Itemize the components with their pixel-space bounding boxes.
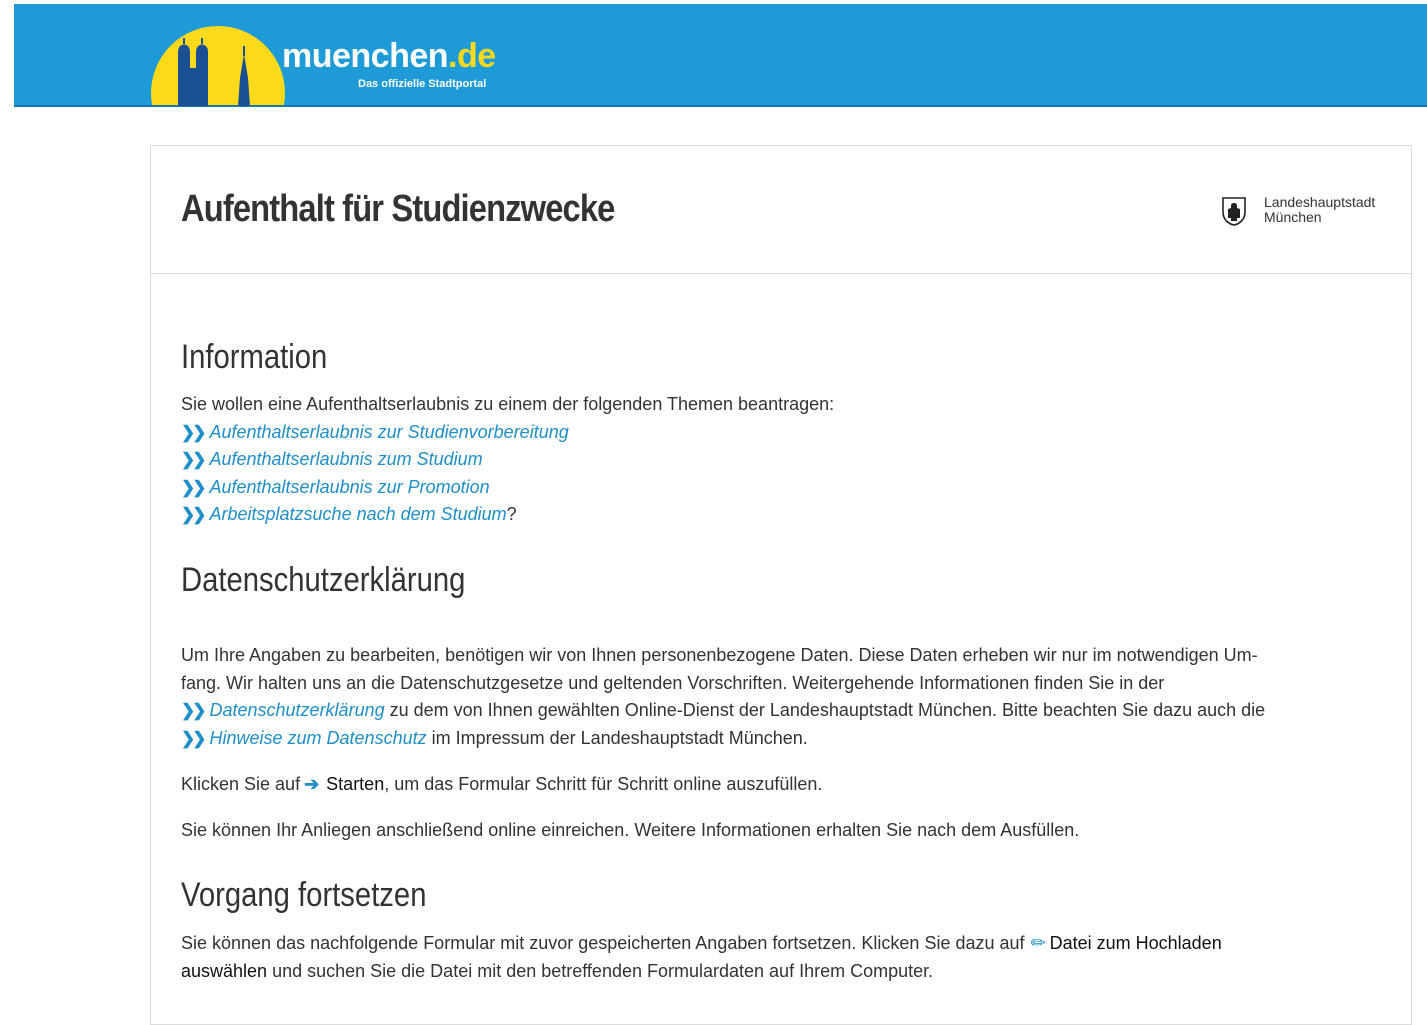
logo-subtitle: Das offizielle Stadtportal <box>358 78 487 90</box>
double-chevron-right-icon: ❯❯ <box>181 505 206 524</box>
information-heading: Information <box>181 338 328 376</box>
upload-file-label-part1[interactable]: Datei zum Hochladen <box>1050 933 1222 953</box>
vorgang-text-before: Sie können das nachfolgende Formular mit… <box>181 933 1025 953</box>
double-chevron-right-icon: ❯❯ <box>181 477 206 497</box>
information-section: Sie wollen eine Aufenthaltserlaubnis zu … <box>181 391 1391 529</box>
start-button-label[interactable]: Starten <box>326 774 384 794</box>
datenschutz-line1: Um Ihre Angaben zu bearbeiten, benötigen… <box>181 645 1258 665</box>
link-arbeitsplatzsuche[interactable]: Arbeitsplatzsuche nach dem Studium <box>210 504 507 524</box>
vorgang-paragraph: Sie können das nachfolgende Formular mit… <box>181 930 1391 985</box>
link-studium[interactable]: Aufenthaltserlaubnis zum Studium <box>210 449 483 469</box>
munich-crest-icon <box>1222 197 1246 226</box>
datenschutz-line3: ❯❯ Datenschutzerklärung zu dem von Ihnen … <box>181 697 1391 725</box>
datenschutz-heading: Datenschutzerklärung <box>181 561 466 599</box>
logo-tld: .de <box>448 37 496 75</box>
link-item: ❯❯ Aufenthaltserlaubnis zur Promotion <box>181 474 1391 502</box>
card-header: Aufenthalt für Studienzwecke Landeshaupt… <box>151 146 1411 274</box>
datenschutz-line4: ❯❯ Hinweise zum Datenschutz im Impressum … <box>181 725 1391 753</box>
double-chevron-right-icon: ❯❯ <box>181 728 206 748</box>
question-mark: ? <box>506 504 517 524</box>
datenschutz-after-link1: zu dem von Ihnen gewählten Online-Dienst… <box>384 700 1266 720</box>
double-chevron-right-icon: ❯❯ <box>181 450 206 469</box>
city-label-line1: Landeshauptstadt <box>1264 194 1376 210</box>
arrow-right-icon: ➔ <box>304 774 320 794</box>
logo-wordmark[interactable]: muenchen.de <box>282 38 496 74</box>
double-chevron-right-icon: ❯❯ <box>181 422 206 442</box>
link-item: ❯❯ Aufenthaltserlaubnis zum Studium <box>181 446 1391 474</box>
start-instruction: Klicken Sie auf ➔ Starten, um das Formular… <box>181 771 1391 799</box>
datenschutz-after-link2: im Impressum der Landeshauptstadt Münche… <box>426 727 808 748</box>
start-before-text: Klicken Sie auf <box>181 774 301 794</box>
datenschutz-paragraph: Um Ihre Angaben zu bearbeiten, benötigen… <box>181 642 1391 752</box>
city-label: Landeshauptstadt München <box>1264 195 1404 225</box>
link-item: ❯❯ Arbeitsplatzsuche nach dem Studium? <box>181 501 1391 529</box>
submit-info: Sie können Ihr Anliegen anschließend onl… <box>181 820 1080 840</box>
link-datenschutzerklaerung[interactable]: Datenschutzerklärung <box>210 700 385 720</box>
paperclip-icon: ✐ <box>1024 930 1050 956</box>
link-hinweise-datenschutz[interactable]: Hinweise zum Datenschutz <box>210 728 427 748</box>
upload-file-label-part2[interactable]: auswählen <box>181 961 267 981</box>
start-after-text: , um das Formular Schritt für Schritt on… <box>384 774 823 794</box>
vorgang-heading: Vorgang fortsetzen <box>181 876 427 914</box>
frauenkirche-towers-logo-icon[interactable] <box>160 38 260 106</box>
vorgang-text-after: und suchen Sie die Datei mit den betreff… <box>267 960 934 981</box>
link-promotion[interactable]: Aufenthaltserlaubnis zur Promotion <box>210 477 490 497</box>
page-title: Aufenthalt für Studienzwecke <box>181 188 615 230</box>
datenschutz-line2: fang. Wir halten uns an die Datenschutzg… <box>181 672 1165 693</box>
link-studienvorbereitung[interactable]: Aufenthaltserlaubnis zur Studienvorberei… <box>210 422 569 442</box>
information-intro: Sie wollen eine Aufenthaltserlaubnis zu … <box>181 394 835 414</box>
logo-text: muenchen <box>282 37 449 75</box>
double-chevron-right-icon: ❯❯ <box>181 701 206 720</box>
link-item: ❯❯ Aufenthaltserlaubnis zur Studienvorber… <box>181 419 1391 447</box>
city-label-line2: München <box>1264 209 1322 225</box>
